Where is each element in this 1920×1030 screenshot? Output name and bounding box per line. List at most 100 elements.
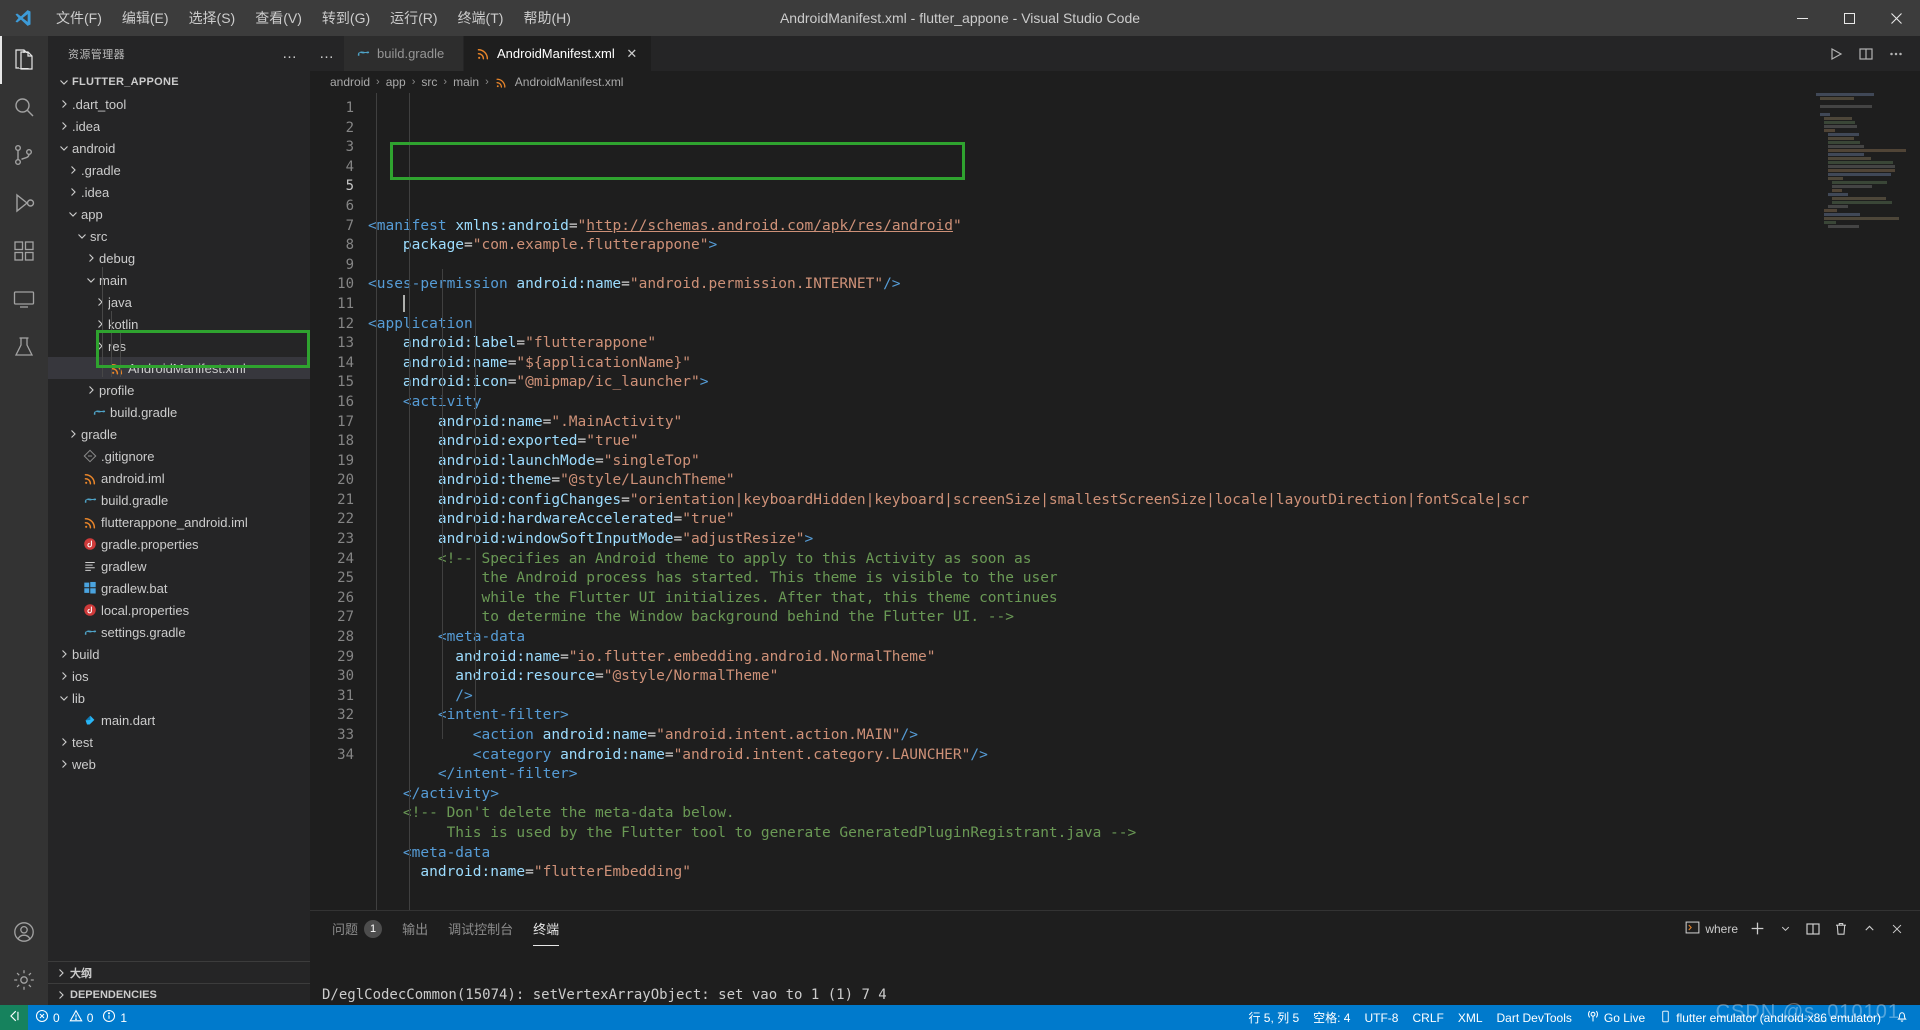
tree-item-gradlew[interactable]: gradlew — [48, 555, 310, 577]
menu-help[interactable]: 帮助(H) — [513, 0, 580, 36]
activity-accounts[interactable] — [0, 909, 48, 957]
menu-terminal[interactable]: 终端(T) — [448, 0, 514, 36]
tree-item-main-dart[interactable]: main.dart — [48, 709, 310, 731]
sidebar-section-dependencies[interactable]: DEPENDENCIES — [48, 983, 310, 1005]
dart-devtools-button[interactable]: Dart DevTools — [1490, 1005, 1579, 1030]
tree-item-gradlew-bat[interactable]: gradlew.bat — [48, 577, 310, 599]
menu-select[interactable]: 选择(S) — [179, 0, 246, 36]
kill-terminal-button[interactable] — [1828, 916, 1854, 942]
tree-root[interactable]: FLUTTER_APPONE — [48, 71, 310, 93]
panel-tab-terminal[interactable]: 终端 — [523, 911, 569, 946]
tree-item-debug[interactable]: debug — [48, 247, 310, 269]
menu-view[interactable]: 查看(V) — [245, 0, 312, 36]
tree-item-test[interactable]: test — [48, 731, 310, 753]
activity-source-control[interactable] — [0, 132, 48, 180]
tree-item-androidmanifest-xml[interactable]: AndroidManifest.xml — [48, 357, 310, 379]
breadcrumb-item-src[interactable]: src — [419, 75, 439, 89]
activity-remote-explorer[interactable] — [0, 276, 48, 324]
activity-search[interactable] — [0, 84, 48, 132]
tree-item-idea[interactable]: .idea — [48, 115, 310, 137]
panel-tab-label: 终端 — [533, 922, 560, 937]
maximize-icon[interactable] — [1826, 0, 1873, 36]
terminal-line: D/eglCodecCommon(15074): setVertexArrayO… — [322, 987, 887, 1003]
breadcrumb-item-file[interactable]: AndroidManifest.xml — [513, 75, 626, 89]
end-of-line[interactable]: CRLF — [1405, 1005, 1450, 1030]
minimize-icon[interactable] — [1779, 0, 1826, 36]
tree-item-android-iml[interactable]: android.iml — [48, 467, 310, 489]
tree-item-kotlin[interactable]: kotlin — [48, 313, 310, 335]
breadcrumb-item-android[interactable]: android — [328, 75, 372, 89]
activity-extensions[interactable] — [0, 228, 48, 276]
menu-file[interactable]: 文件(F) — [46, 0, 112, 36]
indentation[interactable]: 空格: 4 — [1306, 1005, 1357, 1030]
menu-go[interactable]: 转到(G) — [312, 0, 380, 36]
tree-item-web[interactable]: web — [48, 753, 310, 775]
tree-item-java[interactable]: java — [48, 291, 310, 313]
tree-item-build-gradle[interactable]: build.gradle — [48, 489, 310, 511]
tree-item-local-properties[interactable]: local.properties — [48, 599, 310, 621]
activity-settings[interactable] — [0, 957, 48, 1005]
problems-status-button[interactable]: 0 0 1 — [28, 1005, 134, 1030]
tree-item-build-gradle[interactable]: build.gradle — [48, 401, 310, 423]
activity-testing[interactable] — [0, 324, 48, 372]
panel-tab-problems[interactable]: 问题 1 — [322, 911, 392, 946]
remote-host-button[interactable] — [0, 1005, 28, 1030]
tree-item-app[interactable]: app — [48, 203, 310, 225]
terminal-output[interactable]: D/eglCodecCommon(15074): setVertexArrayO… — [310, 946, 1920, 1005]
panel-tab-label: 问题 — [332, 922, 359, 937]
tree-item-ios[interactable]: ios — [48, 665, 310, 687]
split-terminal-button[interactable] — [1800, 916, 1826, 942]
language-mode[interactable]: XML — [1451, 1005, 1490, 1030]
tree-item-android[interactable]: android — [48, 137, 310, 159]
tree-item-main[interactable]: main — [48, 269, 310, 291]
tree-item-src[interactable]: src — [48, 225, 310, 247]
go-live-button[interactable]: Go Live — [1579, 1005, 1652, 1030]
tree-item-dart-tool[interactable]: .dart_tool — [48, 93, 310, 115]
tab-build-gradle[interactable]: build.gradle — [344, 36, 464, 71]
run-button[interactable] — [1822, 40, 1850, 68]
maximize-panel-button[interactable] — [1856, 916, 1882, 942]
tree-item-build[interactable]: build — [48, 643, 310, 665]
tab-android-manifest[interactable]: AndroidManifest.xml ✕ — [464, 36, 652, 71]
cursor-position[interactable]: 行 5, 列 5 — [1241, 1005, 1306, 1030]
breadcrumb-item-app[interactable]: app — [384, 75, 408, 89]
tabs-overflow-button[interactable]: … — [310, 36, 344, 71]
sidebar-section-outline[interactable]: 大纲 — [48, 961, 310, 983]
device-selector[interactable]: flutter emulator (android-x86 emulator) — [1652, 1005, 1888, 1030]
tree-item-idea[interactable]: .idea — [48, 181, 310, 203]
encoding[interactable]: UTF-8 — [1357, 1005, 1405, 1030]
new-terminal-button[interactable] — [1744, 916, 1770, 942]
activity-run-debug[interactable] — [0, 180, 48, 228]
tree-item-flutterappone-android-iml[interactable]: flutterappone_android.iml — [48, 511, 310, 533]
panel-tab-output[interactable]: 输出 — [392, 911, 438, 946]
run-debug-icon — [12, 191, 36, 218]
split-editor-button[interactable] — [1852, 40, 1880, 68]
tab-close-icon[interactable]: ✕ — [623, 45, 641, 63]
tree-item-profile[interactable]: profile — [48, 379, 310, 401]
go-live-label: Go Live — [1603, 1010, 1646, 1025]
sidebar-more-actions-button[interactable]: … — [282, 45, 298, 62]
menu-edit[interactable]: 编辑(E) — [112, 0, 179, 36]
tree-item-lib[interactable]: lib — [48, 687, 310, 709]
activity-explorer[interactable] — [0, 36, 48, 84]
tree-item-gitignore[interactable]: .gitignore — [48, 445, 310, 467]
tree-item-res[interactable]: res — [48, 335, 310, 357]
tree-item-gradle-properties[interactable]: gradle.properties — [48, 533, 310, 555]
file-tree[interactable]: FLUTTER_APPONE .dart_tool .idea android .gr… — [48, 71, 310, 961]
terminal-selector[interactable]: where — [1681, 920, 1742, 938]
tree-item-gradle[interactable]: gradle — [48, 423, 310, 445]
tree-item-gradle[interactable]: .gradle — [48, 159, 310, 181]
menu-run[interactable]: 运行(R) — [380, 0, 447, 36]
code-content[interactable]: <manifest xmlns:android="http://schemas.… — [368, 93, 1920, 910]
close-panel-button[interactable] — [1884, 916, 1910, 942]
close-icon[interactable] — [1873, 0, 1920, 36]
more-actions-button[interactable] — [1882, 40, 1910, 68]
new-terminal-dropdown-button[interactable] — [1772, 916, 1798, 942]
breadcrumb-item-main[interactable]: main — [451, 75, 481, 89]
tree-item-settings-gradle[interactable]: settings.gradle — [48, 621, 310, 643]
panel-tab-debug-console[interactable]: 调试控制台 — [438, 911, 523, 946]
editor-vertical-scrollbar[interactable] — [1906, 93, 1920, 910]
notifications-button[interactable] — [1888, 1005, 1916, 1030]
code-editor[interactable]: 1 2 3 4 5 6 7 8 9 10 11 12 13 14 15 16 17 18 19 20 21 22 23 24 2… — [310, 93, 1920, 910]
tree-item-label: android.iml — [101, 470, 165, 486]
